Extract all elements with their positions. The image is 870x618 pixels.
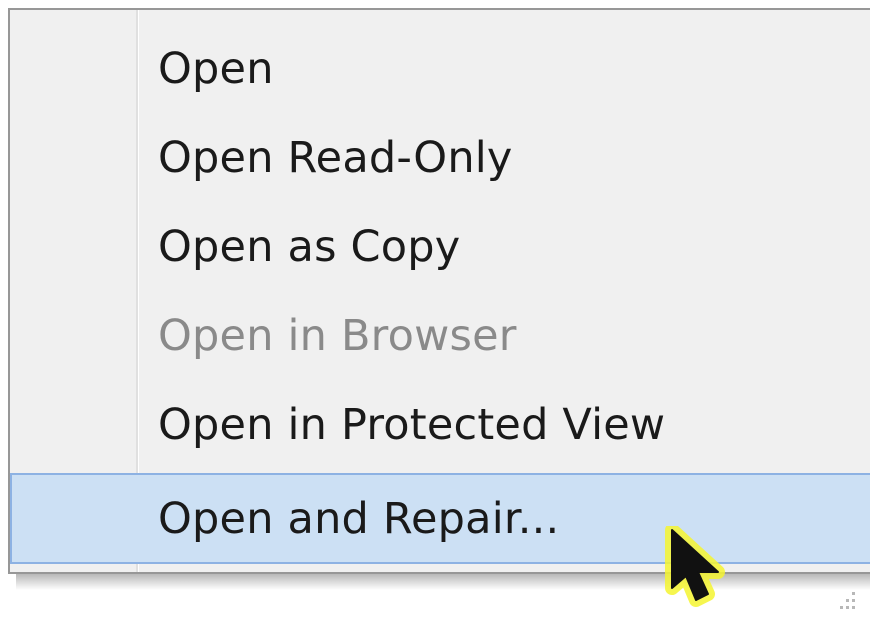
menu-shadow <box>16 574 870 590</box>
menu-item-open-in-browser: Open in Browser <box>10 291 870 380</box>
menu-item-label: Open Read-Only <box>158 132 513 183</box>
open-options-menu: Open Open Read-Only Open as Copy Open in… <box>8 8 870 574</box>
menu-item-open-and-repair[interactable]: Open and Repair... <box>10 473 870 564</box>
menu-item-label: Open in Protected View <box>158 399 666 450</box>
menu-item-open[interactable]: Open <box>10 24 870 113</box>
arrow-cursor-icon <box>665 526 725 607</box>
menu-item-open-in-protected-view[interactable]: Open in Protected View <box>10 380 870 469</box>
menu-item-label: Open as Copy <box>158 221 461 272</box>
screen: Open Open Read-Only Open as Copy Open in… <box>0 0 870 618</box>
menu-item-label: Open <box>158 43 274 94</box>
menu-item-open-read-only[interactable]: Open Read-Only <box>10 113 870 202</box>
resize-grip-icon[interactable] <box>832 588 862 614</box>
menu-item-label: Open and Repair... <box>158 493 560 544</box>
menu-item-open-as-copy[interactable]: Open as Copy <box>10 202 870 291</box>
menu-item-label: Open in Browser <box>158 310 517 361</box>
